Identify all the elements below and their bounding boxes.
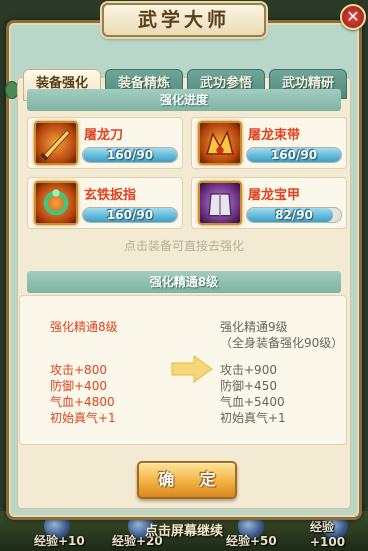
equipment-card-dragon-armor[interactable]: 屠龙宝甲 82/90	[191, 177, 347, 229]
mastery-compare-panel: 强化精通8级 攻击+800 防御+400 气血+4800 初始真气+1 强化精通…	[19, 295, 347, 445]
enhance-progress-bar: 82/90	[246, 207, 342, 223]
arrow-right-icon	[171, 355, 213, 383]
equipment-name: 屠龙束带	[248, 128, 301, 143]
next-stat: 攻击+900	[220, 363, 277, 377]
progress-text: 160/90	[270, 148, 318, 162]
window-title: 武学大师	[102, 3, 266, 37]
equipment-card-dragon-blade[interactable]: 屠龙刀 160/90	[27, 117, 183, 169]
equipment-name: 屠龙宝甲	[248, 188, 301, 203]
progress-section-header: 强化进度	[27, 89, 341, 111]
dragon-armor-icon	[198, 181, 242, 225]
next-level-title: 强化精通9级	[220, 320, 288, 334]
progress-text: 160/90	[106, 208, 154, 222]
confirm-button[interactable]: 确 定	[137, 461, 237, 499]
progress-text: 82/90	[275, 208, 313, 222]
iron-thumb-ring-icon	[34, 181, 78, 225]
mastery-section-header: 强化精通8级	[27, 271, 341, 293]
enhance-hint: 点击装备可直接去强化	[123, 239, 244, 253]
current-level-title: 强化精通8级	[50, 320, 118, 334]
enhance-progress-bar: 160/90	[82, 147, 178, 163]
enhance-progress-bar: 160/90	[246, 147, 342, 163]
current-level-column: 强化精通8级 攻击+800 防御+400 气血+4800 初始真气+1	[50, 319, 118, 426]
current-stat: 初始真气+1	[50, 411, 116, 425]
next-stat: 气血+5400	[220, 395, 285, 409]
current-stat: 气血+4800	[50, 395, 115, 409]
next-level-column: 强化精通9级 （全身装备强化90级） 攻击+900 防御+450 气血+5400…	[220, 319, 343, 426]
progress-text: 160/90	[106, 148, 154, 162]
dragon-blade-icon	[34, 121, 78, 165]
current-stat: 防御+400	[50, 379, 107, 393]
equipment-card-dragon-belt[interactable]: 屠龙束带 160/90	[191, 117, 347, 169]
dialog-frame: 装备强化 装备精炼 武功参悟 武功精研 强化进度 屠龙刀 160/90 屠龙束带…	[5, 20, 362, 520]
next-stat: 防御+450	[220, 379, 277, 393]
dragon-belt-icon	[198, 121, 242, 165]
next-stat: 初始真气+1	[220, 411, 286, 425]
equipment-card-iron-thumb-ring[interactable]: 玄铁扳指 160/90	[27, 177, 183, 229]
next-level-requirement: （全身装备强化90级）	[220, 336, 344, 350]
equipment-name: 玄铁扳指	[84, 188, 137, 203]
continue-hint[interactable]: 点击屏幕继续	[0, 520, 368, 539]
enhance-progress-bar: 160/90	[82, 207, 178, 223]
current-stat: 攻击+800	[50, 363, 107, 377]
equipment-name: 屠龙刀	[84, 128, 124, 143]
close-icon[interactable]: ✕	[340, 4, 366, 30]
